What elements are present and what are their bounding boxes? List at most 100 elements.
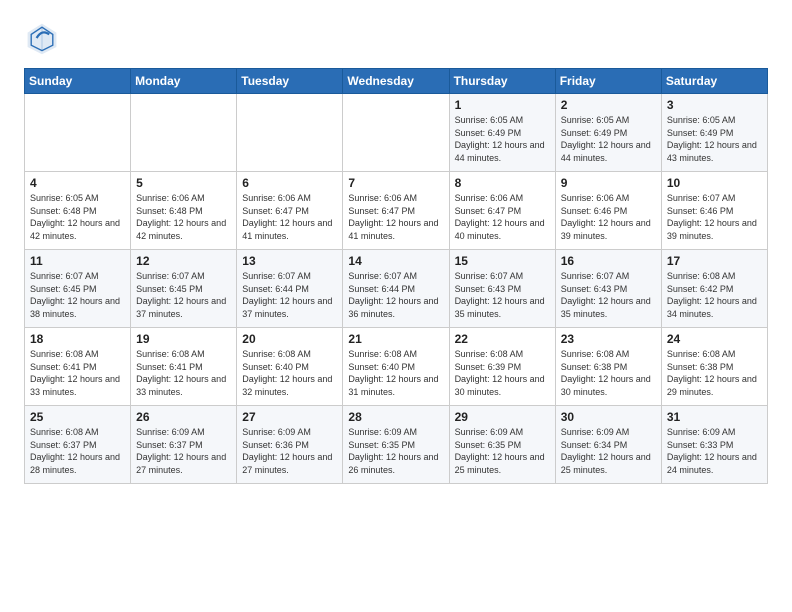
day-cell: 19 Sunrise: 6:08 AM Sunset: 6:41 PM Dayli… bbox=[131, 328, 237, 406]
day-info: Sunrise: 6:06 AM Sunset: 6:48 PM Dayligh… bbox=[136, 192, 231, 242]
day-info: Sunrise: 6:08 AM Sunset: 6:39 PM Dayligh… bbox=[455, 348, 550, 398]
header-row: SundayMondayTuesdayWednesdayThursdayFrid… bbox=[25, 69, 768, 94]
day-info: Sunrise: 6:09 AM Sunset: 6:35 PM Dayligh… bbox=[348, 426, 443, 476]
day-cell: 25 Sunrise: 6:08 AM Sunset: 6:37 PM Dayli… bbox=[25, 406, 131, 484]
day-cell: 22 Sunrise: 6:08 AM Sunset: 6:39 PM Dayli… bbox=[449, 328, 555, 406]
day-number: 11 bbox=[30, 254, 125, 268]
day-cell: 13Sunrise: 6:07 AM Sunset: 6:44 PM Dayli… bbox=[237, 250, 343, 328]
day-number: 15 bbox=[455, 254, 550, 268]
day-number: 26 bbox=[136, 410, 231, 424]
day-number: 9 bbox=[561, 176, 656, 190]
day-cell: 2 Sunrise: 6:05 AM Sunset: 6:49 PM Daylig… bbox=[555, 94, 661, 172]
day-info: Sunrise: 6:08 AM Sunset: 6:37 PM Dayligh… bbox=[30, 426, 125, 476]
week-row-5: 25 Sunrise: 6:08 AM Sunset: 6:37 PM Dayli… bbox=[25, 406, 768, 484]
day-cell: 10Sunrise: 6:07 AM Sunset: 6:46 PM Dayli… bbox=[661, 172, 767, 250]
day-number: 6 bbox=[242, 176, 337, 190]
day-info: Sunrise: 6:07 AM Sunset: 6:46 PM Dayligh… bbox=[667, 192, 762, 242]
day-number: 22 bbox=[455, 332, 550, 346]
col-header-monday: Monday bbox=[131, 69, 237, 94]
day-cell: 1 Sunrise: 6:05 AM Sunset: 6:49 PM Daylig… bbox=[449, 94, 555, 172]
col-header-thursday: Thursday bbox=[449, 69, 555, 94]
day-cell bbox=[131, 94, 237, 172]
day-number: 7 bbox=[348, 176, 443, 190]
day-number: 5 bbox=[136, 176, 231, 190]
day-cell: 28 Sunrise: 6:09 AM Sunset: 6:35 PM Dayli… bbox=[343, 406, 449, 484]
day-number: 28 bbox=[348, 410, 443, 424]
day-info: Sunrise: 6:07 AM Sunset: 6:45 PM Dayligh… bbox=[136, 270, 231, 320]
week-row-3: 11 Sunrise: 6:07 AM Sunset: 6:45 PM Dayli… bbox=[25, 250, 768, 328]
day-info: Sunrise: 6:08 AM Sunset: 6:40 PM Dayligh… bbox=[242, 348, 337, 398]
day-cell: 21 Sunrise: 6:08 AM Sunset: 6:40 PM Dayli… bbox=[343, 328, 449, 406]
day-cell: 29 Sunrise: 6:09 AM Sunset: 6:35 PM Dayli… bbox=[449, 406, 555, 484]
header bbox=[24, 20, 768, 56]
day-info: Sunrise: 6:05 AM Sunset: 6:49 PM Dayligh… bbox=[455, 114, 550, 164]
day-cell: 23 Sunrise: 6:08 AM Sunset: 6:38 PM Dayli… bbox=[555, 328, 661, 406]
day-number: 14 bbox=[348, 254, 443, 268]
day-number: 21 bbox=[348, 332, 443, 346]
col-header-friday: Friday bbox=[555, 69, 661, 94]
day-info: Sunrise: 6:06 AM Sunset: 6:46 PM Dayligh… bbox=[561, 192, 656, 242]
day-info: Sunrise: 6:08 AM Sunset: 6:41 PM Dayligh… bbox=[136, 348, 231, 398]
day-number: 27 bbox=[242, 410, 337, 424]
page: SundayMondayTuesdayWednesdayThursdayFrid… bbox=[0, 0, 792, 500]
day-info: Sunrise: 6:05 AM Sunset: 6:49 PM Dayligh… bbox=[561, 114, 656, 164]
day-number: 4 bbox=[30, 176, 125, 190]
logo bbox=[24, 20, 64, 56]
day-info: Sunrise: 6:09 AM Sunset: 6:33 PM Dayligh… bbox=[667, 426, 762, 476]
calendar-header: SundayMondayTuesdayWednesdayThursdayFrid… bbox=[25, 69, 768, 94]
day-number: 2 bbox=[561, 98, 656, 112]
day-number: 19 bbox=[136, 332, 231, 346]
day-number: 3 bbox=[667, 98, 762, 112]
day-number: 25 bbox=[30, 410, 125, 424]
day-number: 16 bbox=[561, 254, 656, 268]
calendar-table: SundayMondayTuesdayWednesdayThursdayFrid… bbox=[24, 68, 768, 484]
day-cell: 17Sunrise: 6:08 AM Sunset: 6:42 PM Dayli… bbox=[661, 250, 767, 328]
day-cell: 3 Sunrise: 6:05 AM Sunset: 6:49 PM Daylig… bbox=[661, 94, 767, 172]
day-cell: 15 Sunrise: 6:07 AM Sunset: 6:43 PM Dayli… bbox=[449, 250, 555, 328]
day-info: Sunrise: 6:08 AM Sunset: 6:38 PM Dayligh… bbox=[561, 348, 656, 398]
day-number: 31 bbox=[667, 410, 762, 424]
day-cell: 7 Sunrise: 6:06 AM Sunset: 6:47 PM Daylig… bbox=[343, 172, 449, 250]
day-cell: 24Sunrise: 6:08 AM Sunset: 6:38 PM Dayli… bbox=[661, 328, 767, 406]
calendar-body: 1 Sunrise: 6:05 AM Sunset: 6:49 PM Daylig… bbox=[25, 94, 768, 484]
day-cell: 12 Sunrise: 6:07 AM Sunset: 6:45 PM Dayli… bbox=[131, 250, 237, 328]
day-cell: 18Sunrise: 6:08 AM Sunset: 6:41 PM Dayli… bbox=[25, 328, 131, 406]
day-cell: 8Sunrise: 6:06 AM Sunset: 6:47 PM Daylig… bbox=[449, 172, 555, 250]
week-row-4: 18Sunrise: 6:08 AM Sunset: 6:41 PM Dayli… bbox=[25, 328, 768, 406]
col-header-wednesday: Wednesday bbox=[343, 69, 449, 94]
day-cell: 5 Sunrise: 6:06 AM Sunset: 6:48 PM Daylig… bbox=[131, 172, 237, 250]
day-number: 12 bbox=[136, 254, 231, 268]
day-cell bbox=[237, 94, 343, 172]
day-number: 23 bbox=[561, 332, 656, 346]
day-number: 24 bbox=[667, 332, 762, 346]
day-cell: 27Sunrise: 6:09 AM Sunset: 6:36 PM Dayli… bbox=[237, 406, 343, 484]
day-cell: 9 Sunrise: 6:06 AM Sunset: 6:46 PM Daylig… bbox=[555, 172, 661, 250]
day-info: Sunrise: 6:07 AM Sunset: 6:45 PM Dayligh… bbox=[30, 270, 125, 320]
col-header-saturday: Saturday bbox=[661, 69, 767, 94]
logo-icon bbox=[24, 20, 60, 56]
day-info: Sunrise: 6:05 AM Sunset: 6:49 PM Dayligh… bbox=[667, 114, 762, 164]
day-info: Sunrise: 6:06 AM Sunset: 6:47 PM Dayligh… bbox=[242, 192, 337, 242]
col-header-tuesday: Tuesday bbox=[237, 69, 343, 94]
day-info: Sunrise: 6:08 AM Sunset: 6:40 PM Dayligh… bbox=[348, 348, 443, 398]
day-info: Sunrise: 6:07 AM Sunset: 6:44 PM Dayligh… bbox=[348, 270, 443, 320]
day-cell: 26 Sunrise: 6:09 AM Sunset: 6:37 PM Dayli… bbox=[131, 406, 237, 484]
day-number: 13 bbox=[242, 254, 337, 268]
day-info: Sunrise: 6:08 AM Sunset: 6:42 PM Dayligh… bbox=[667, 270, 762, 320]
day-cell bbox=[343, 94, 449, 172]
day-cell: 16Sunrise: 6:07 AM Sunset: 6:43 PM Dayli… bbox=[555, 250, 661, 328]
day-info: Sunrise: 6:06 AM Sunset: 6:47 PM Dayligh… bbox=[348, 192, 443, 242]
day-info: Sunrise: 6:06 AM Sunset: 6:47 PM Dayligh… bbox=[455, 192, 550, 242]
day-number: 1 bbox=[455, 98, 550, 112]
day-cell: 31 Sunrise: 6:09 AM Sunset: 6:33 PM Dayli… bbox=[661, 406, 767, 484]
day-cell: 20 Sunrise: 6:08 AM Sunset: 6:40 PM Dayli… bbox=[237, 328, 343, 406]
day-cell: 30Sunrise: 6:09 AM Sunset: 6:34 PM Dayli… bbox=[555, 406, 661, 484]
day-cell: 6 Sunrise: 6:06 AM Sunset: 6:47 PM Daylig… bbox=[237, 172, 343, 250]
day-info: Sunrise: 6:09 AM Sunset: 6:35 PM Dayligh… bbox=[455, 426, 550, 476]
day-number: 29 bbox=[455, 410, 550, 424]
day-info: Sunrise: 6:07 AM Sunset: 6:43 PM Dayligh… bbox=[455, 270, 550, 320]
day-number: 20 bbox=[242, 332, 337, 346]
col-header-sunday: Sunday bbox=[25, 69, 131, 94]
day-info: Sunrise: 6:09 AM Sunset: 6:34 PM Dayligh… bbox=[561, 426, 656, 476]
day-info: Sunrise: 6:09 AM Sunset: 6:37 PM Dayligh… bbox=[136, 426, 231, 476]
